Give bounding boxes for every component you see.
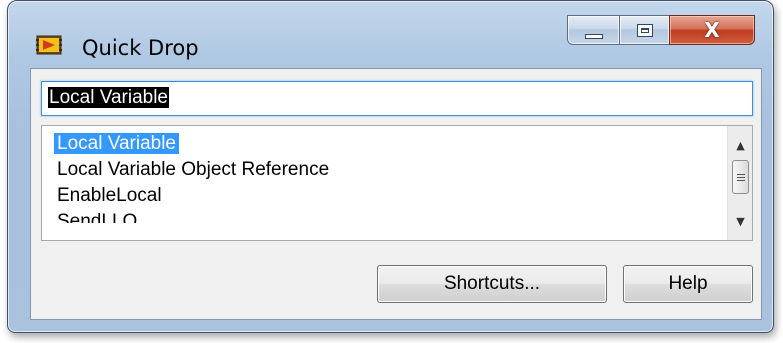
list-item[interactable]: Local Variable bbox=[54, 131, 720, 157]
grip-icon bbox=[736, 173, 745, 175]
list-item[interactable]: EnableLocal bbox=[54, 183, 720, 209]
grip-icon bbox=[736, 179, 745, 181]
results-list: Local Variable Local Variable Object Ref… bbox=[54, 131, 720, 223]
scrollbar-thumb[interactable] bbox=[732, 160, 749, 194]
scroll-up-arrow-icon[interactable]: ▲ bbox=[728, 134, 752, 158]
minimize-icon bbox=[584, 33, 603, 39]
close-icon: X bbox=[704, 18, 720, 42]
list-item[interactable]: SendLLO bbox=[54, 209, 720, 223]
search-input-value: Local Variable bbox=[48, 87, 170, 108]
list-item-label: Local Variable Object Reference bbox=[57, 159, 330, 180]
list-item[interactable]: Local Variable Object Reference bbox=[54, 157, 720, 183]
results-listbox[interactable]: Local Variable Local Variable Object Ref… bbox=[41, 125, 753, 241]
title-bar[interactable]: Quick Drop X bbox=[8, 1, 773, 60]
list-item-label: SendLLO bbox=[57, 211, 138, 223]
window-title: Quick Drop bbox=[82, 36, 199, 60]
grip-icon bbox=[736, 176, 745, 178]
dialog-client-area: Local Variable Local Variable Local Vari… bbox=[30, 68, 762, 320]
list-item-label: Local Variable bbox=[54, 133, 180, 154]
shortcuts-button[interactable]: Shortcuts... bbox=[377, 265, 607, 303]
maximize-button[interactable] bbox=[619, 15, 669, 45]
close-button[interactable]: X bbox=[669, 15, 755, 45]
scroll-down-arrow-icon[interactable]: ▼ bbox=[728, 210, 752, 234]
maximize-icon bbox=[636, 23, 653, 37]
help-button[interactable]: Help bbox=[623, 265, 753, 303]
quick-drop-window: Quick Drop X Local Variable Local Variab… bbox=[7, 0, 774, 333]
vertical-scrollbar[interactable]: ▲ ▼ bbox=[727, 126, 752, 240]
search-input[interactable]: Local Variable bbox=[41, 81, 753, 116]
list-item-label: EnableLocal bbox=[57, 185, 162, 206]
labview-quick-drop-icon bbox=[36, 35, 62, 55]
minimize-button[interactable] bbox=[567, 15, 619, 45]
caption-buttons: X bbox=[567, 15, 755, 45]
